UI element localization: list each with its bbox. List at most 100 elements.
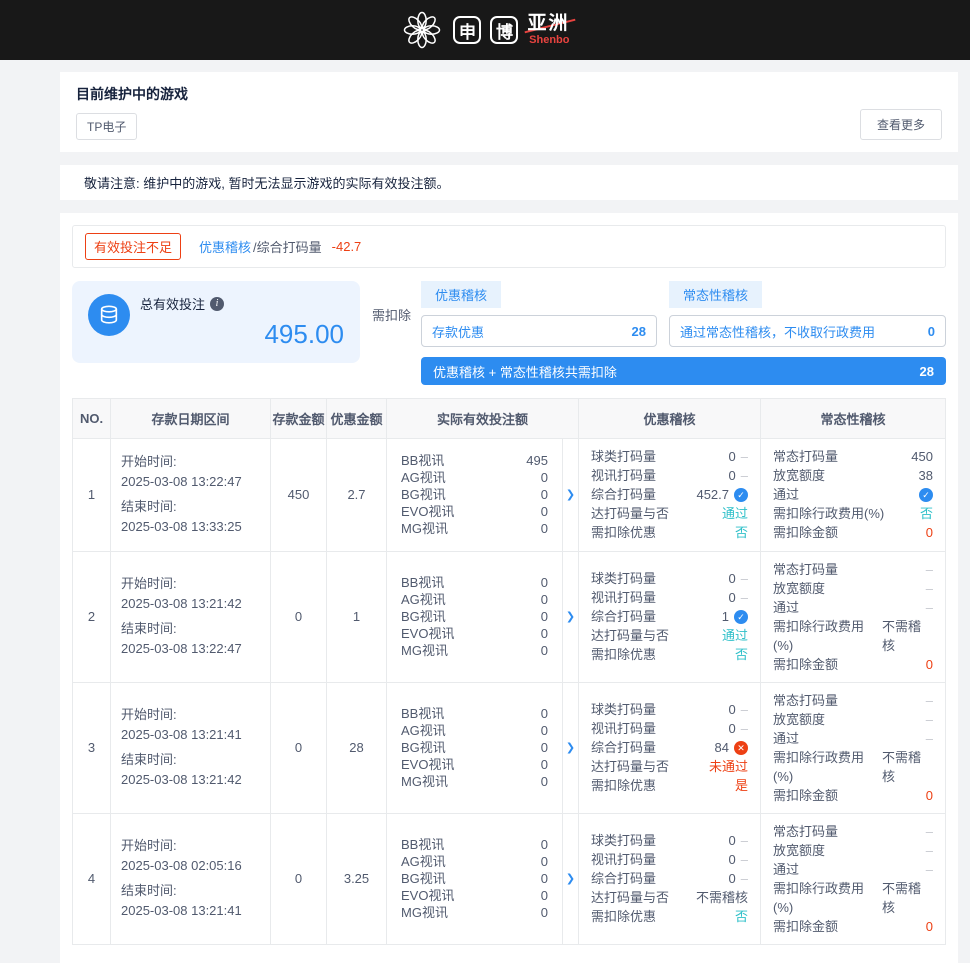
bet-line: BB视讯0 [401,574,548,591]
audit-line: 视讯打码量0– [591,719,748,738]
audit-line: 需扣除行政费用(%)不需稽核 [773,879,933,917]
logo-char-bo: 博 [490,16,518,44]
bet-value: 0 [541,853,548,870]
bet-game-name: AG视讯 [401,469,446,486]
bet-game-name: BB视讯 [401,836,444,853]
audit-line-value: 0 [729,569,736,588]
audit-line-label: 需扣除金额 [773,523,838,542]
promo-audit-cell: 球类打码量0–视讯打码量0–综合打码量0–达打码量与否不需稽核需扣除优惠否 [579,813,761,944]
audit-line: 放宽额度– [773,579,933,598]
view-more-button[interactable]: 查看更多 [860,109,942,140]
audit-line-value: 0 [729,466,736,485]
audit-line-value: 0 [926,655,933,674]
promo-audit-cell: 球类打码量0–视讯打码量0–综合打码量84✕达打码量与否未通过需扣除优惠是 [579,682,761,813]
expand-chevron-icon[interactable]: ❯ [563,813,579,944]
bet-game-name: MG视讯 [401,904,448,921]
normal-audit-label: 通过常态性稽核，不收取行政费用 [680,322,875,341]
audit-line: 达打码量与否通过 [591,626,748,645]
deposit-promo-box[interactable]: 存款优惠 28 [421,315,657,347]
bet-game-name: BB视讯 [401,452,444,469]
audit-line-label: 需扣除优惠 [591,523,656,542]
bet-game-name: MG视讯 [401,773,448,790]
tab-normal-audit[interactable]: 常态性稽核 [669,281,762,308]
total-deduction-value: 28 [920,364,934,379]
dash-icon: – [741,850,748,869]
audit-line-label: 需扣除优惠 [591,907,656,926]
bet-line: BB视讯495 [401,452,548,469]
audit-line-label: 综合打码量 [591,738,656,757]
maintenance-card: 目前维护中的游戏 TP电子 查看更多 [60,72,958,152]
audit-line-label: 需扣除行政费用(%) [773,748,882,786]
deposit-period-cell: 开始时间:2025-03-08 13:21:42结束时间:2025-03-08 … [111,551,271,682]
shenbo-logo: 申 博 亚洲 Shenbo [400,8,569,52]
maintenance-game-tag[interactable]: TP电子 [76,113,137,140]
audit-line: 达打码量与否 不需稽核 [591,888,748,907]
page-content: 目前维护中的游戏 TP电子 查看更多 敬请注意: 维护中的游戏, 暂时无法显示游… [0,60,970,963]
audit-line-label: 达打码量与否 [591,626,669,645]
deposit-amount-cell: 0 [271,551,327,682]
lotus-flower-icon [400,8,444,52]
bet-game-name: EVO视讯 [401,756,454,773]
bet-line: BG视讯0 [401,739,548,756]
audit-line-label: 达打码量与否 [591,888,669,907]
audit-line: 常态打码量– [773,691,933,710]
expand-chevron-icon[interactable]: ❯ [563,551,579,682]
check-icon: ✓ [734,488,748,502]
check-icon: ✓ [734,610,748,624]
audit-line: 需扣除金额0 [773,917,933,936]
deduction-area: 优惠稽核 存款优惠 28 常态性稽核 通过常态性稽核，不收取行政费用 0 [421,281,946,385]
bet-game-name: EVO视讯 [401,503,454,520]
audit-line-label: 通过 [773,485,799,504]
bet-line: EVO视讯 0 [401,756,548,773]
audit-line-label: 球类打码量 [591,569,656,588]
dash-icon: – [741,588,748,607]
audit-line-label: 综合打码量 [591,485,656,504]
audit-line-label: 需扣除金额 [773,917,838,936]
col-deposit-amount: 存款金额 [271,399,327,439]
audit-line: 常态打码量450 [773,447,933,466]
info-icon[interactable]: i [210,297,224,311]
audit-line-value: 不需稽核 [696,888,748,907]
deposit-amount-cell: 0 [271,682,327,813]
audit-line-label: 综合打码量 [591,869,656,888]
normal-audit-cell: 常态打码量450放宽额度38通过✓需扣除行政费用(%)否需扣除金额0 [761,439,946,552]
main-card: 有效投注不足 优惠稽核 /综合打码量 -42.7 总有效投注 i [60,213,958,963]
status-box: 有效投注不足 优惠稽核 /综合打码量 -42.7 [72,225,946,268]
dash-icon: – [926,598,933,617]
col-normal-audit: 常态性稽核 [761,399,946,439]
audit-line-value: 38 [919,466,933,485]
status-suffix: /综合打码量 [253,237,322,256]
audit-line-label: 球类打码量 [591,700,656,719]
row-no: 4 [73,813,111,944]
audit-line-value: 否 [735,523,748,542]
expand-chevron-icon[interactable]: ❯ [563,682,579,813]
audit-line-value: 0 [926,523,933,542]
audit-line-label: 需扣除行政费用(%) [773,617,882,655]
total-effective-bet-card: 总有效投注 i 495.00 [72,281,360,363]
normal-audit-value: 0 [928,324,935,339]
audit-line-value: 0 [926,786,933,805]
deposit-promo-value: 28 [632,324,646,339]
col-bonus-amount: 优惠金额 [327,399,387,439]
bet-line: AG视讯0 [401,591,548,608]
bet-game-name: MG视讯 [401,642,448,659]
promo-audit-link[interactable]: 优惠稽核 [199,237,251,256]
bet-line: AG视讯0 [401,853,548,870]
expand-chevron-icon[interactable]: ❯ [563,439,579,552]
audit-line-value: 84 [715,738,729,757]
audit-table: NO. 存款日期区间 存款金额 优惠金额 实际有效投注额 优惠稽核 常态性稽核 … [72,398,946,945]
dash-icon: – [926,710,933,729]
promo-audit-cell: 球类打码量0–视讯打码量0–综合打码量1✓达打码量与否通过需扣除优惠否 [579,551,761,682]
bet-game-name: BG视讯 [401,486,446,503]
effective-bets-cell: BB视讯0AG视讯0BG视讯0EVO视讯0MG视讯0 [387,682,563,813]
normal-audit-box[interactable]: 通过常态性稽核，不收取行政费用 0 [669,315,946,347]
audit-line: 放宽额度– [773,710,933,729]
audit-line: 需扣除行政费用(%)否 [773,504,933,523]
row-no: 3 [73,682,111,813]
bet-game-name: BB视讯 [401,705,444,722]
effective-bets-cell: BB视讯0AG视讯0BG视讯0EVO视讯0MG视讯0 [387,551,563,682]
audit-line-value: 0 [729,719,736,738]
tab-promo-audit[interactable]: 优惠稽核 [421,281,501,308]
bet-value: 0 [541,756,548,773]
bonus-amount-cell: 2.7 [327,439,387,552]
